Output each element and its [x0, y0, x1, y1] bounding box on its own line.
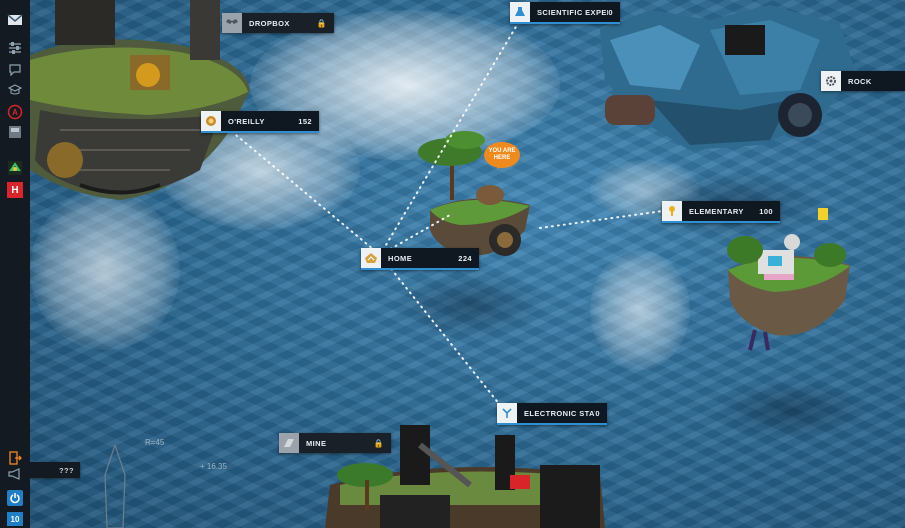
chat-icon[interactable]	[7, 62, 23, 78]
coin-icon	[201, 111, 221, 131]
inbox-icon[interactable]	[7, 124, 23, 140]
circuit-icon	[497, 403, 517, 423]
hud-coord-value: + 16.35	[200, 462, 227, 471]
station-elementary[interactable]: ELEMENTARY 100	[662, 201, 780, 223]
gear-icon	[821, 71, 841, 91]
mail-icon[interactable]	[7, 12, 23, 28]
station-name: SCIENTIFIC EXPEDITION	[537, 7, 608, 17]
station-name: DROPBOX	[249, 18, 290, 28]
home-emblem-icon	[361, 248, 381, 268]
h-badge-icon[interactable]: H	[7, 182, 23, 198]
station-mine[interactable]: MINE 🔒	[279, 433, 391, 453]
h-badge-label: H	[11, 184, 19, 196]
mine-icon	[279, 433, 299, 453]
dropbox-icon	[222, 13, 242, 33]
station-name: ELEMENTARY	[689, 206, 744, 216]
station-name: O'REILLY	[228, 116, 265, 126]
you-are-here-bubble: YOU ARE HERE	[484, 142, 520, 169]
station-name: MINE	[306, 438, 327, 448]
station-dropbox[interactable]: DROPBOX 🔒	[222, 13, 334, 33]
sliders-icon[interactable]	[7, 40, 23, 56]
exit-icon[interactable]	[7, 450, 23, 466]
station-name: ELECTRONIC STATION	[524, 408, 595, 418]
station-scientific-expedition[interactable]: SCIENTIFIC EXPEDITION 0	[510, 2, 620, 24]
megaphone-icon[interactable]	[7, 466, 23, 482]
graduation-cap-icon[interactable]	[7, 82, 23, 98]
hud-r-value: R=45	[145, 438, 165, 447]
lock-icon: 🔒	[373, 438, 384, 448]
a-badge-icon[interactable]: A	[7, 104, 23, 120]
station-name: ROCK	[848, 76, 872, 86]
station-oreilly[interactable]: O'REILLY 152	[201, 111, 319, 133]
recycle-icon[interactable]	[7, 160, 23, 176]
lock-icon: 🔒	[316, 18, 327, 28]
flask-icon	[510, 2, 530, 22]
station-name: HOME	[388, 253, 413, 263]
station-value: 152	[298, 116, 312, 126]
station-value: 0	[595, 408, 600, 418]
station-home[interactable]: HOME 224	[361, 248, 479, 270]
station-value: 0	[608, 7, 613, 17]
station-value: 100	[759, 206, 773, 216]
station-electronic-station[interactable]: ELECTRONIC STATION 0	[497, 403, 607, 425]
sidebar: A H 10	[0, 0, 30, 528]
megaphone-value: ???	[30, 462, 80, 478]
level-badge: 10	[7, 512, 23, 526]
key-icon	[662, 201, 682, 221]
station-value: 224	[458, 253, 472, 263]
power-icon[interactable]	[7, 490, 23, 506]
a-badge-label: A	[12, 108, 18, 117]
station-rock[interactable]: ROCK	[821, 71, 905, 91]
